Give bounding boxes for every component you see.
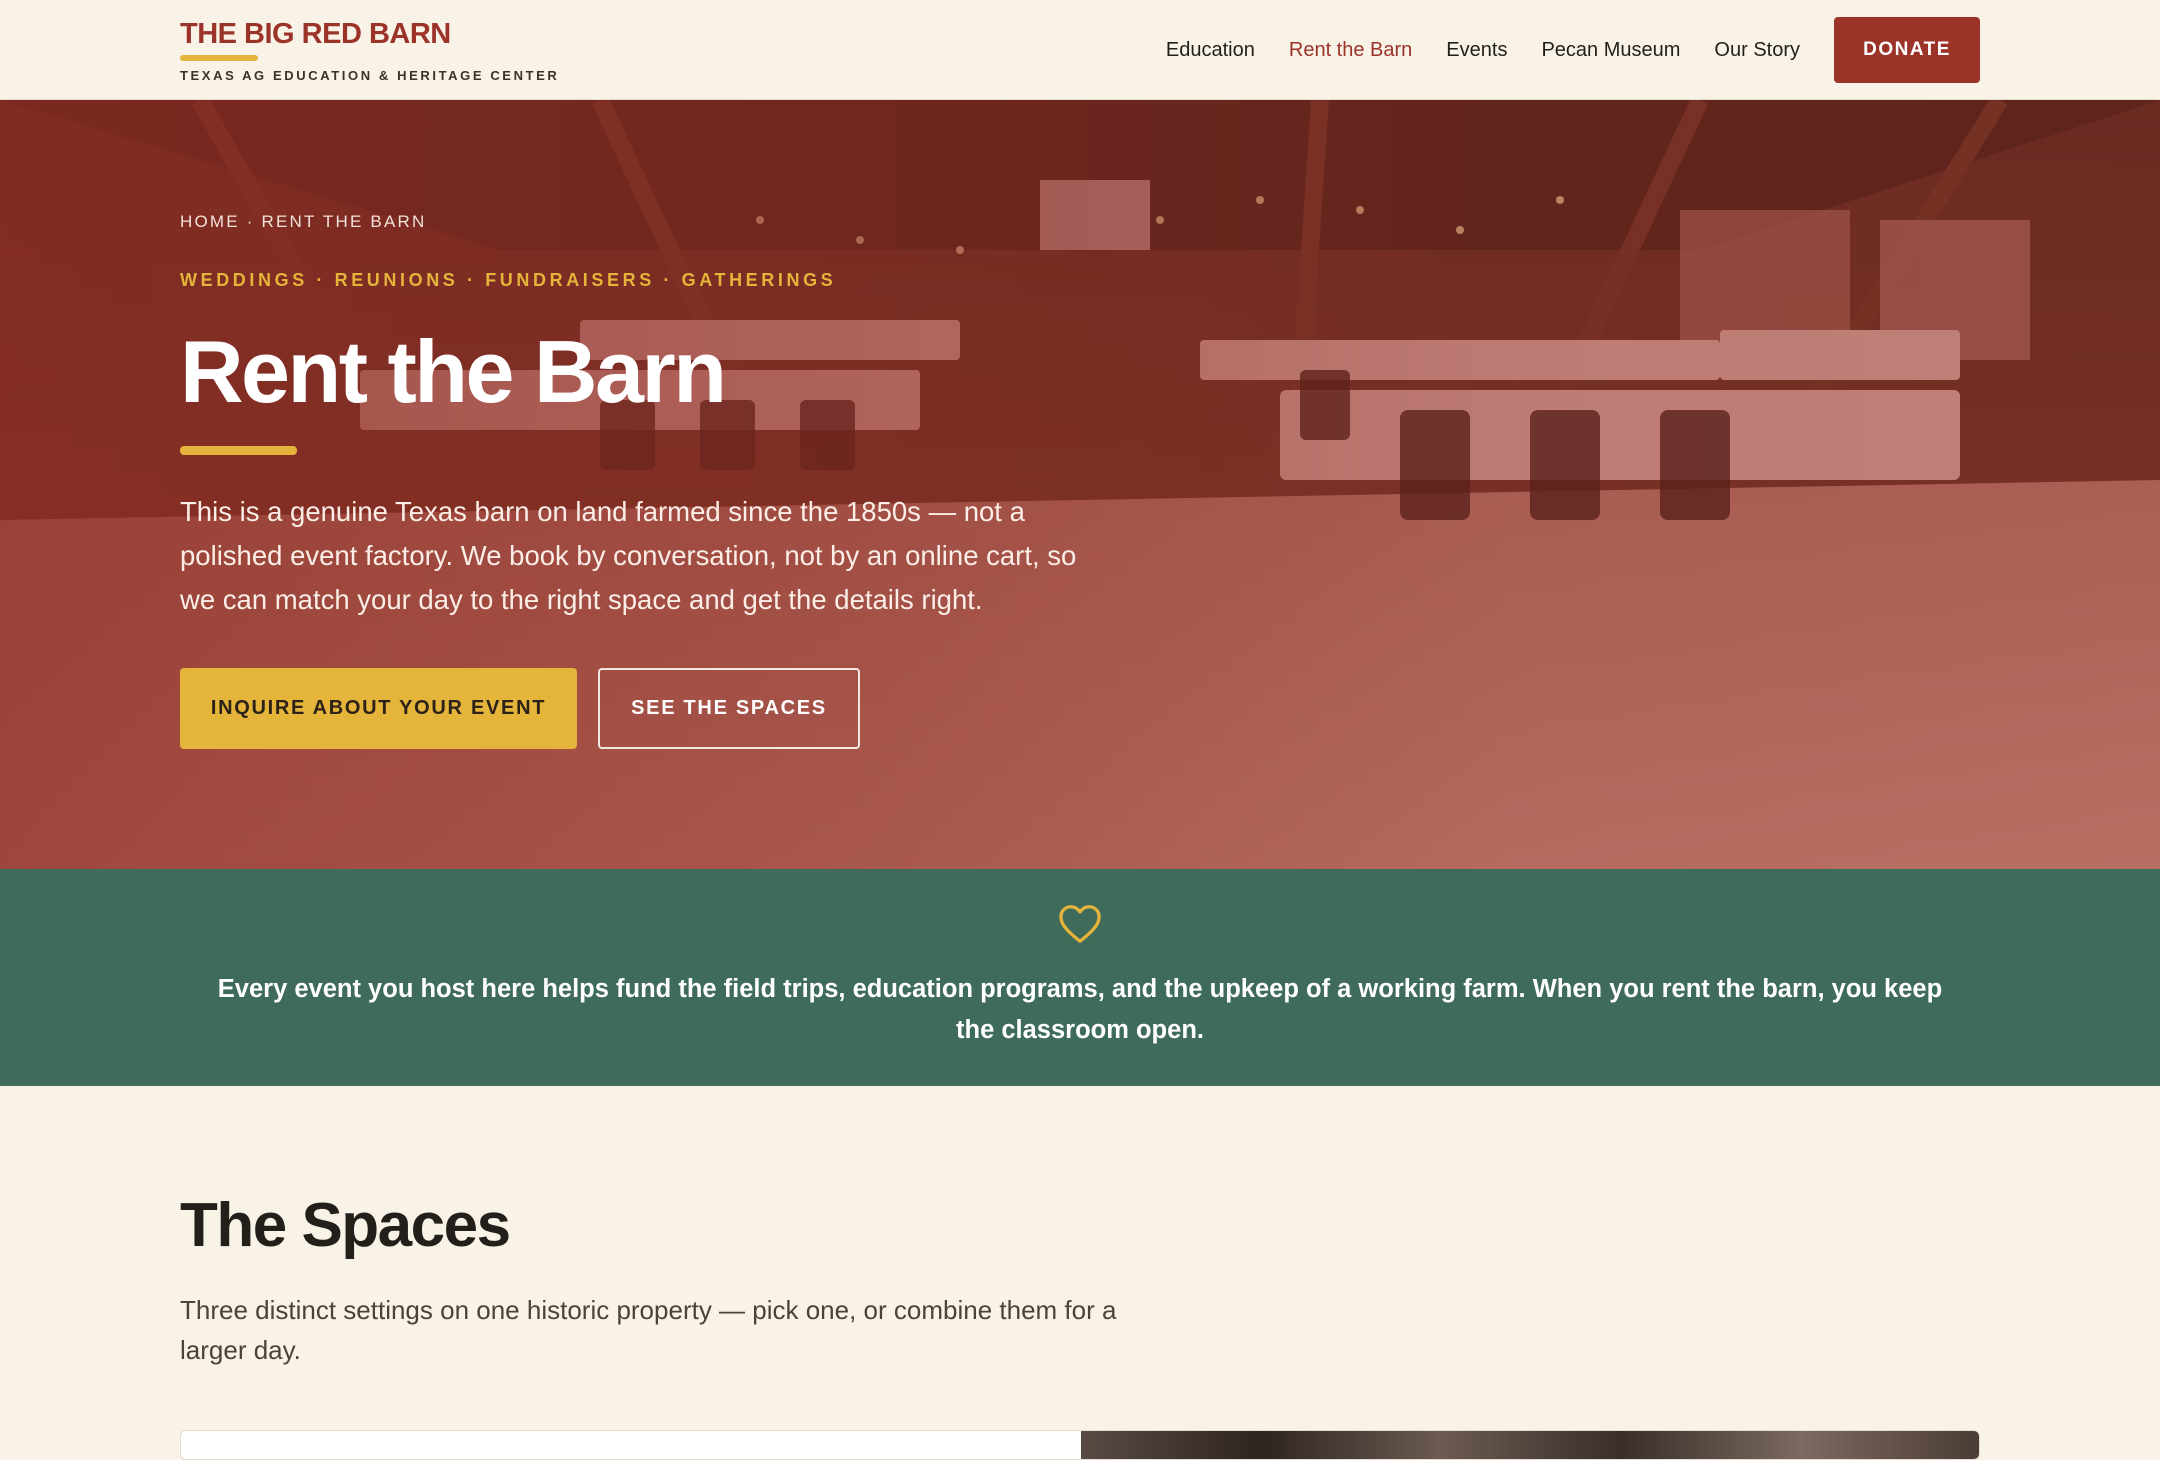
see-spaces-button[interactable]: SEE THE SPACES [598,668,860,749]
brand-name: THE BIG RED BARN [180,18,451,50]
space-card-photo [1081,1431,1979,1459]
nav-link-pecan-museum[interactable]: Pecan Museum [1541,39,1680,62]
donate-button[interactable]: DONATE [1834,17,1980,83]
mission-banner: Every event you host here helps fund the… [0,869,2160,1086]
nav-link-rent-the-barn[interactable]: Rent the Barn [1289,39,1412,62]
breadcrumb[interactable]: HOME · RENT THE BARN [180,212,426,232]
main-nav: Education Rent the Barn Events Pecan Mus… [1166,17,1980,83]
page-title: Rent the Barn [180,322,727,421]
hero-description: This is a genuine Texas barn on land far… [180,496,1077,615]
nav-link-our-story[interactable]: Our Story [1714,39,1800,62]
heart-icon [1059,905,1101,943]
spaces-description: Three distinct settings on one historic … [180,1295,1117,1365]
space-card[interactable] [180,1430,1980,1460]
nav-link-events[interactable]: Events [1446,39,1507,62]
site-header: THE BIG RED BARN TEXAS AG EDUCATION & HE… [0,0,2160,100]
spaces-heading: The Spaces [180,1191,511,1260]
mission-text: Every event you host here helps fund the… [217,975,1943,1044]
brand-logo[interactable]: THE BIG RED BARN TEXAS AG EDUCATION & HE… [180,18,559,83]
brand-underline [180,55,258,61]
nav-link-education[interactable]: Education [1166,39,1255,62]
inquire-button[interactable]: INQUIRE ABOUT YOUR EVENT [180,668,577,749]
hero-section: HOME · RENT THE BARN WEDDINGS · REUNIONS… [0,100,2160,869]
title-accent-rule [180,446,297,455]
hero-eyebrow: WEDDINGS · REUNIONS · FUNDRAISERS · GATH… [180,270,837,290]
brand-tagline: TEXAS AG EDUCATION & HERITAGE CENTER [180,68,560,83]
